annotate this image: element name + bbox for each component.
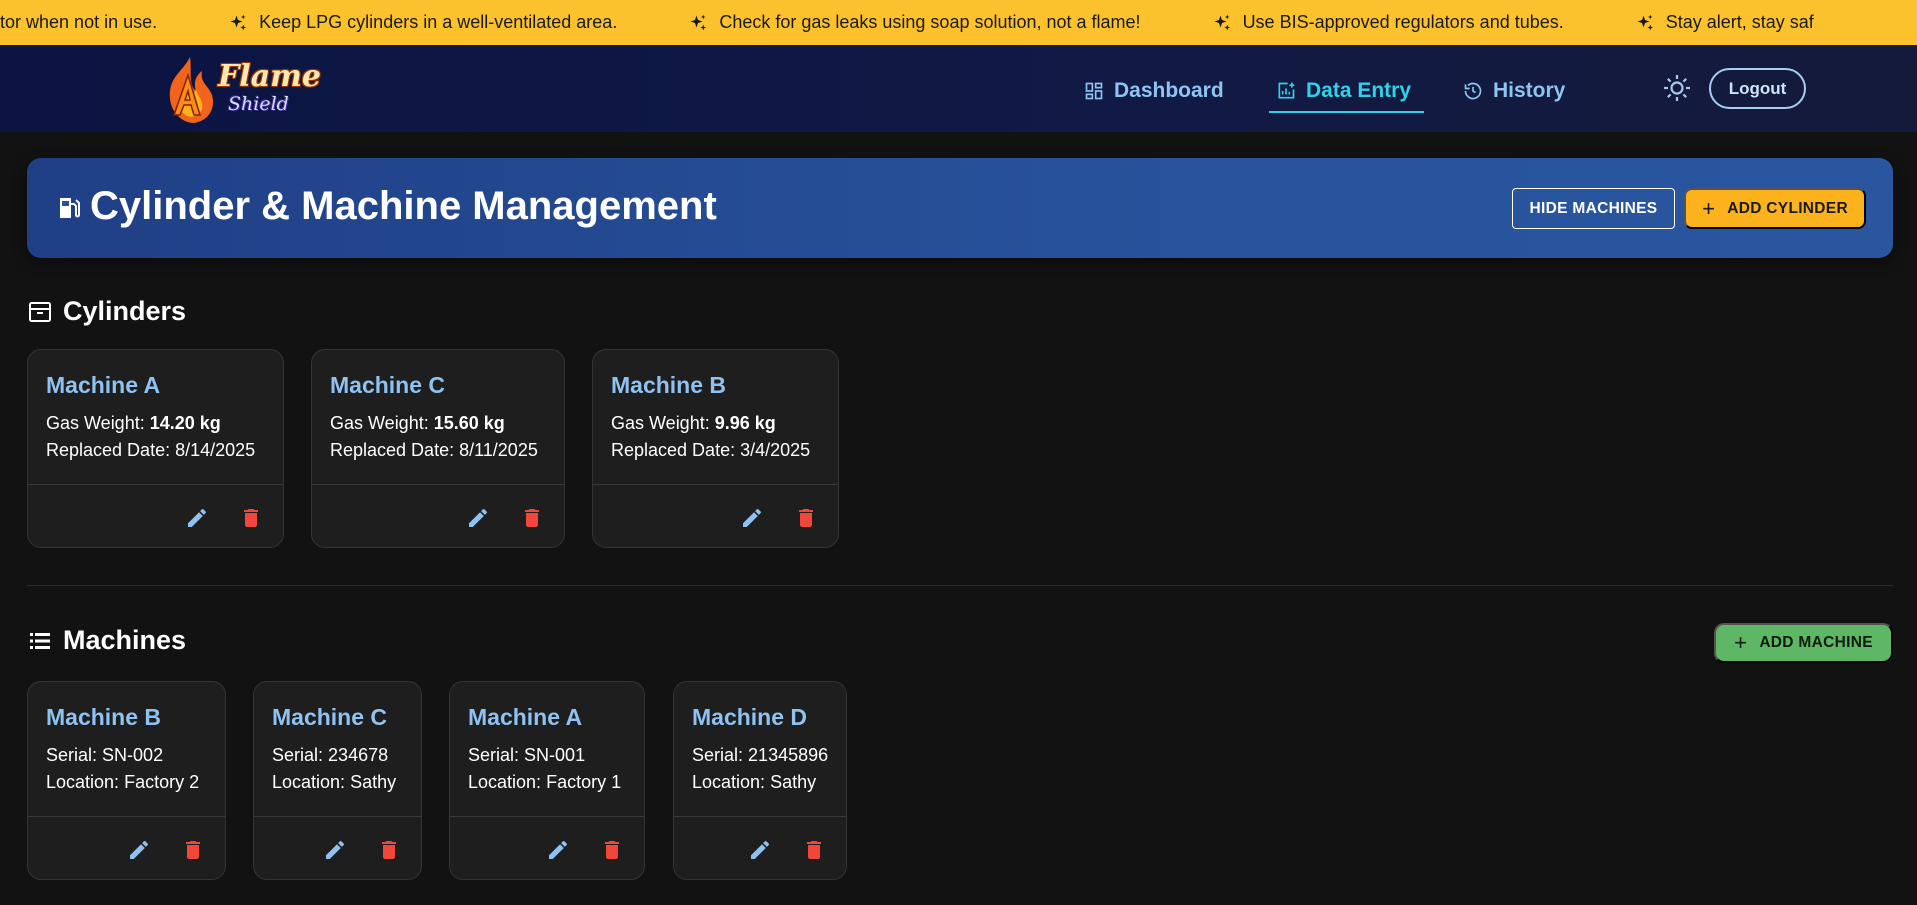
sun-icon[interactable]	[1662, 73, 1692, 103]
ticker-text: Check for gas leaks using soap solution,…	[719, 12, 1141, 32]
machines-heading: Machines	[63, 625, 187, 655]
machine-location: Location: Sathy	[272, 772, 397, 792]
page-header-banner: Cylinder & Machine Management HIDE MACHI…	[27, 158, 1893, 258]
brand-name: Flame	[218, 59, 321, 94]
machine-name: Machine A	[468, 704, 583, 730]
machines-section-heading: Machines	[28, 625, 186, 656]
nav-history-label: History	[1493, 79, 1566, 102]
machine-serial: Serial: 234678	[272, 745, 389, 765]
card-divider	[28, 484, 283, 485]
archive-box-icon	[29, 301, 51, 322]
sparkles-icon	[230, 14, 247, 30]
machine-card: Machine C Serial: 234678 Location: Sathy	[253, 681, 422, 880]
sparkles-icon	[1214, 14, 1230, 30]
card-divider	[674, 816, 846, 817]
grid-icon	[1085, 82, 1103, 100]
flame-logo-icon	[169, 57, 214, 123]
sparkles-icon	[690, 14, 707, 30]
card-divider	[593, 484, 838, 485]
pencil-icon[interactable]	[748, 838, 772, 862]
cylinder-card: Machine A Gas Weight: 14.20 kg Replaced …	[27, 349, 284, 548]
chart-add-icon	[1278, 82, 1295, 99]
pencil-icon[interactable]	[740, 506, 764, 530]
add-machine-button[interactable]: + ADD MACHINE	[1714, 623, 1893, 663]
fuel-pump-icon	[60, 198, 80, 218]
nav-data-entry-label: Data Entry	[1306, 79, 1412, 102]
cylinder-machine-name: Machine C	[330, 372, 446, 398]
trash-icon[interactable]	[520, 506, 544, 530]
ticker-text: Use BIS-approved regulators and tubes.	[1242, 12, 1564, 32]
list-icon	[30, 632, 50, 649]
ticker-text: Stay alert, stay saf	[1665, 12, 1814, 32]
cylinder-replaced-date: Replaced Date: 8/11/2025	[330, 440, 538, 460]
cylinder-replaced-date: Replaced Date: 8/14/2025	[46, 440, 256, 460]
machine-name: Machine C	[272, 704, 388, 730]
sparkles-icon	[1637, 14, 1653, 30]
pencil-icon[interactable]	[546, 838, 570, 862]
active-tab-indicator	[1269, 111, 1424, 113]
machine-serial: Serial: 21345896	[692, 745, 829, 765]
plus-icon: +	[1702, 195, 1716, 221]
nav-dashboard-label: Dashboard	[1114, 79, 1224, 102]
machine-location: Location: Factory 1	[468, 772, 622, 792]
card-divider	[254, 816, 421, 817]
card-divider	[312, 484, 564, 485]
cylinder-card: Machine C Gas Weight: 15.60 kg Replaced …	[311, 349, 565, 548]
ticker-text: Keep LPG cylinders in a well-ventilated …	[259, 12, 618, 32]
cylinder-gas-weight: Gas Weight: 15.60 kg	[330, 413, 505, 433]
section-divider	[27, 585, 1893, 586]
top-navbar: Flame Shield Dashboard Data Entry Histor…	[0, 45, 1917, 132]
nav-dashboard[interactable]: Dashboard	[1084, 73, 1224, 109]
brand-subname: Shield	[228, 93, 289, 115]
add-machine-label: ADD MACHINE	[1759, 634, 1873, 651]
brand-logo[interactable]: Flame Shield	[160, 55, 330, 125]
nav-data-entry[interactable]: Data Entry	[1276, 73, 1411, 109]
machine-location: Location: Sathy	[692, 772, 817, 792]
cylinder-replaced-date: Replaced Date: 3/4/2025	[611, 440, 811, 460]
trash-icon[interactable]	[377, 838, 401, 862]
page-title: Cylinder & Machine Management	[90, 184, 717, 228]
plus-icon: +	[1734, 630, 1748, 655]
machine-location: Location: Factory 2	[46, 772, 200, 792]
cylinder-card: Machine B Gas Weight: 9.96 kg Replaced D…	[592, 349, 839, 548]
add-cylinder-label: ADD CYLINDER	[1727, 199, 1848, 217]
card-divider	[450, 816, 644, 817]
cylinders-heading: Cylinders	[63, 296, 187, 326]
nav-history[interactable]: History	[1463, 73, 1565, 109]
cylinder-gas-weight: Gas Weight: 14.20 kg	[46, 413, 221, 433]
machine-card: Machine B Serial: SN-002 Location: Facto…	[27, 681, 226, 880]
machine-name: Machine B	[46, 704, 162, 730]
machine-card: Machine A Serial: SN-001 Location: Facto…	[449, 681, 645, 880]
trash-icon[interactable]	[239, 506, 263, 530]
trash-icon[interactable]	[181, 838, 205, 862]
cylinders-section-heading: Cylinders	[28, 296, 186, 327]
machine-serial: Serial: SN-002	[46, 745, 164, 765]
safety-ticker: ulator when not in use. Keep LPG cylinde…	[0, 0, 1917, 45]
cylinder-gas-weight: Gas Weight: 9.96 kg	[611, 413, 776, 433]
machine-serial: Serial: SN-001	[468, 745, 586, 765]
ticker-text: ulator when not in use.	[0, 12, 158, 32]
add-cylinder-button[interactable]: + ADD CYLINDER	[1684, 188, 1866, 229]
ticker-item: Use BIS-approved regulators and tubes.	[1213, 12, 1564, 33]
card-divider	[28, 816, 225, 817]
pencil-icon[interactable]	[185, 506, 209, 530]
machine-card: Machine D Serial: 21345896 Location: Sat…	[673, 681, 847, 880]
pencil-icon[interactable]	[323, 838, 347, 862]
ticker-item: ulator when not in use.	[0, 12, 157, 33]
ticker-item: Check for gas leaks using soap solution,…	[689, 12, 1141, 33]
machine-name: Machine D	[692, 704, 808, 730]
trash-icon[interactable]	[600, 838, 624, 862]
ticker-item: Stay alert, stay saf	[1636, 12, 1814, 33]
pencil-icon[interactable]	[127, 838, 151, 862]
history-icon	[1464, 82, 1482, 100]
cylinder-machine-name: Machine B	[611, 372, 727, 398]
logout-button[interactable]: Logout	[1709, 68, 1806, 109]
cylinder-machine-name: Machine A	[46, 372, 161, 398]
pencil-icon[interactable]	[466, 506, 490, 530]
trash-icon[interactable]	[802, 838, 826, 862]
ticker-track: ulator when not in use. Keep LPG cylinde…	[0, 0, 1886, 45]
ticker-item: Keep LPG cylinders in a well-ventilated …	[229, 12, 617, 33]
trash-icon[interactable]	[794, 506, 818, 530]
hide-machines-button[interactable]: HIDE MACHINES	[1512, 188, 1675, 229]
